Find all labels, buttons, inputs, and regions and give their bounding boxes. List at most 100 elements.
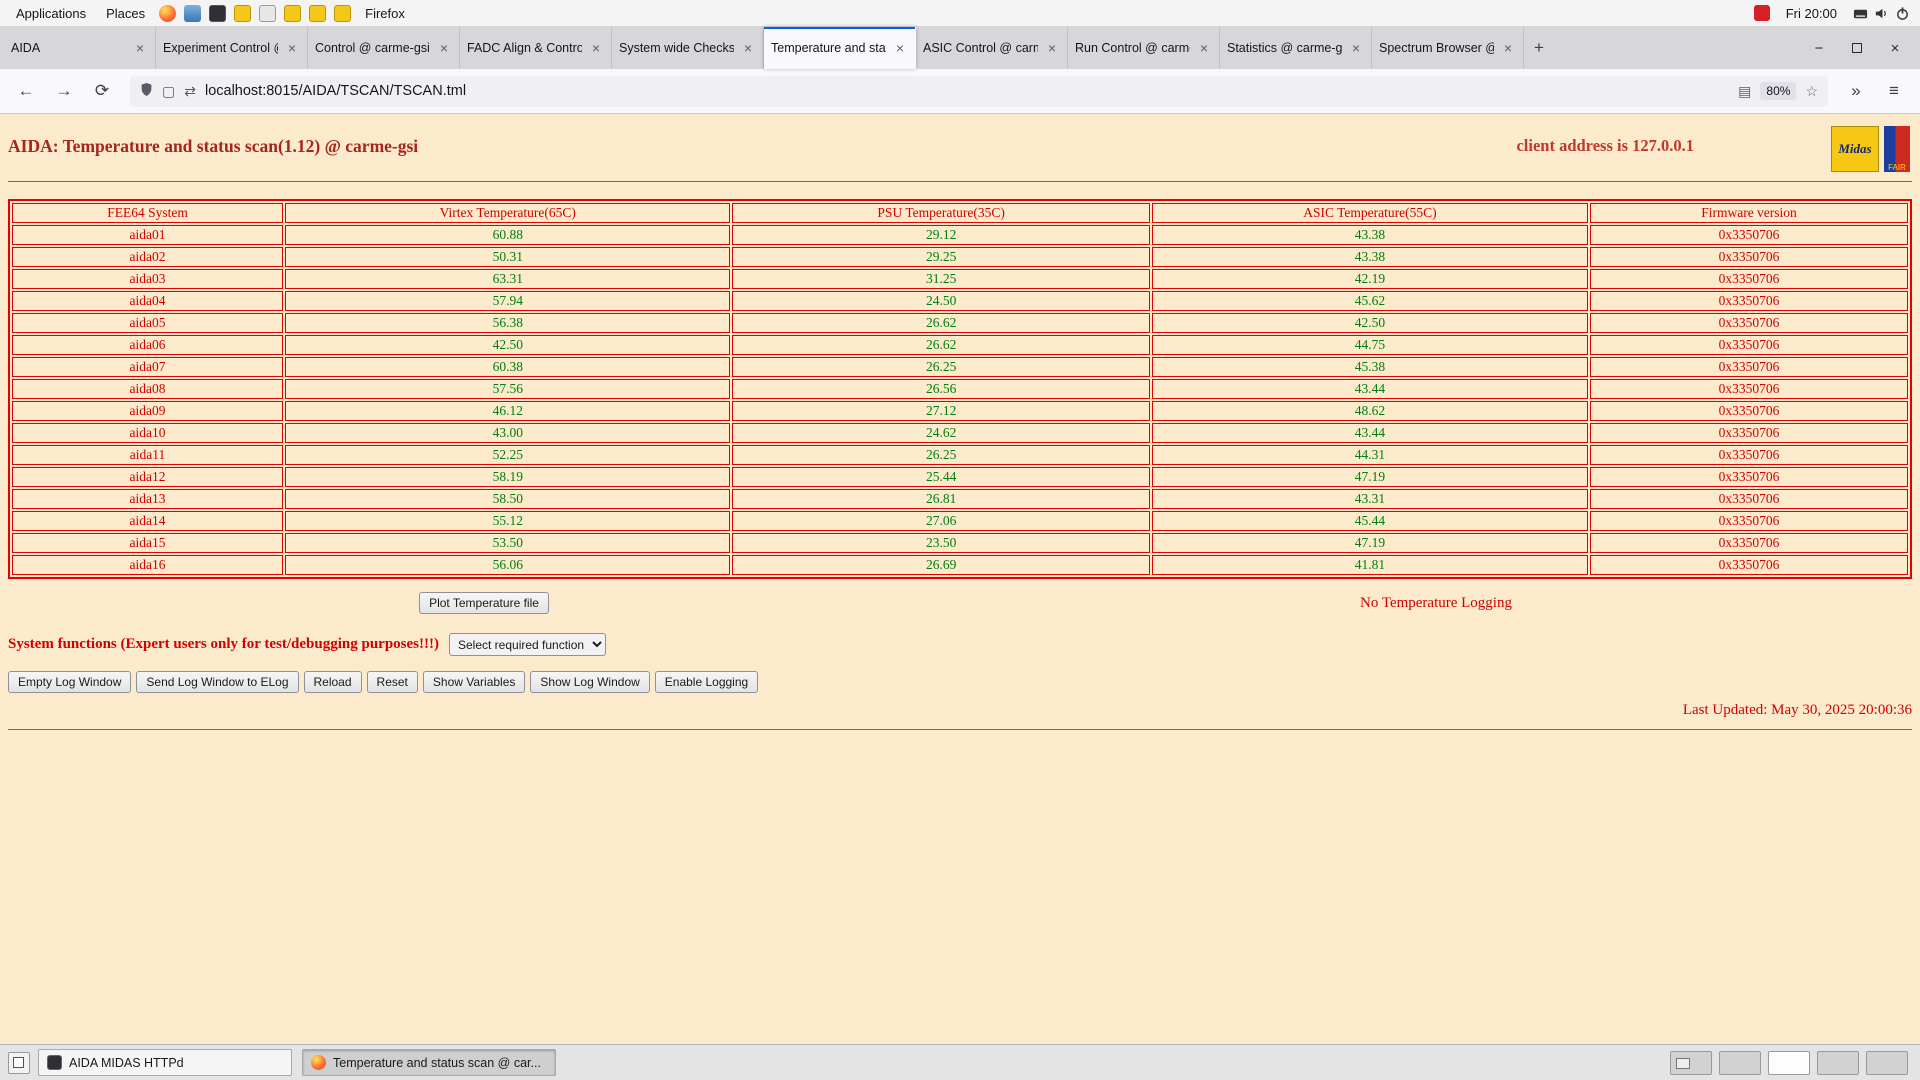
workspace-2[interactable] (1719, 1051, 1761, 1075)
forward-button[interactable]: → (48, 76, 80, 106)
back-button[interactable]: ← (10, 76, 42, 106)
taskbar-item-aida-midas-httpd[interactable]: AIDA MIDAS HTTPd (38, 1049, 292, 1076)
maximize-button[interactable] (1842, 35, 1872, 61)
empty-log-window-button[interactable]: Empty Log Window (8, 671, 131, 693)
permissions-icon[interactable]: ⇄ (184, 83, 196, 100)
cell-firmware: 0x3350706 (1590, 533, 1908, 553)
cell-psu: 24.62 (732, 423, 1149, 443)
temperature-row-aida05: aida0556.3826.6242.500x3350706 (12, 313, 1908, 333)
tab-close-icon[interactable]: × (892, 40, 908, 56)
cell-system: aida16 (12, 555, 283, 575)
cell-asic: 42.19 (1152, 269, 1588, 289)
shield-icon[interactable] (140, 82, 153, 100)
midas-app-icon[interactable] (309, 5, 326, 22)
cell-psu: 31.25 (732, 269, 1149, 289)
tab-close-icon[interactable]: × (588, 40, 604, 56)
workspace-4[interactable] (1817, 1051, 1859, 1075)
cell-asic: 43.38 (1152, 247, 1588, 267)
files-app-icon[interactable] (184, 5, 201, 22)
workspace-1[interactable] (1670, 1051, 1712, 1075)
maximize-icon (1852, 43, 1862, 53)
reader-mode-icon[interactable]: ▤ (1738, 83, 1751, 100)
url-text[interactable]: localhost:8015/AIDA/TSCAN/TSCAN.tml (205, 83, 1729, 99)
cell-firmware: 0x3350706 (1590, 269, 1908, 289)
tab-control-carme-gsi[interactable]: Control @ carme-gsi× (308, 27, 460, 69)
tab-close-icon[interactable]: × (132, 40, 148, 56)
page-info-icon[interactable]: ▢ (162, 83, 175, 100)
send-log-window-to-elog-button[interactable]: Send Log Window to ELog (136, 671, 298, 693)
taskbar-item-temperature-and-status-scan-car[interactable]: Temperature and status scan @ car... (302, 1049, 556, 1076)
enable-logging-button[interactable]: Enable Logging (655, 671, 758, 693)
address-bar[interactable]: ▢ ⇄ localhost:8015/AIDA/TSCAN/TSCAN.tml … (130, 76, 1828, 107)
cell-asic: 47.19 (1152, 533, 1588, 553)
show-log-window-button[interactable]: Show Log Window (530, 671, 649, 693)
column-header-virtex-temperature-65c: Virtex Temperature(65C) (285, 203, 730, 223)
tab-aida[interactable]: AIDA × (4, 27, 156, 69)
tab-system-wide-checks[interactable]: System wide Checks …× (612, 27, 764, 69)
temperature-row-aida14: aida1455.1227.0645.440x3350706 (12, 511, 1908, 531)
screenshot-app-icon[interactable] (259, 5, 276, 22)
tab-spectrum-browser[interactable]: Spectrum Browser @ …× (1372, 27, 1524, 69)
firefox-launcher-icon[interactable] (159, 5, 176, 22)
midas-app-icon[interactable] (284, 5, 301, 22)
logging-status: No Temperature Logging (1360, 595, 1512, 612)
tab-close-icon[interactable]: × (284, 40, 300, 56)
tab-label: AIDA (11, 41, 126, 55)
zoom-level-badge[interactable]: 80% (1760, 82, 1796, 100)
system-function-select[interactable]: Select required function (449, 633, 606, 656)
volume-icon[interactable] (1874, 6, 1889, 21)
fair-logo[interactable]: FAIR (1884, 126, 1910, 172)
cell-system: aida08 (12, 379, 283, 399)
cell-psu: 27.12 (732, 401, 1149, 421)
overflow-menu-icon[interactable]: » (1840, 76, 1872, 106)
tab-asic-control-carm[interactable]: ASIC Control @ carm…× (916, 27, 1068, 69)
close-button[interactable]: × (1880, 35, 1910, 61)
reload-button[interactable]: Reload (304, 671, 362, 693)
action-button-bar: Empty Log WindowSend Log Window to ELog R… (8, 671, 1912, 693)
midas-app-icon[interactable] (334, 5, 351, 22)
show-variables-button[interactable]: Show Variables (423, 671, 526, 693)
hamburger-menu-icon[interactable]: ≡ (1878, 76, 1910, 106)
bookmark-star-icon[interactable]: ☆ (1805, 83, 1818, 100)
system-functions-row: System functions (Expert users only for … (8, 633, 1912, 656)
tab-close-icon[interactable]: × (1500, 40, 1516, 56)
tab-close-icon[interactable]: × (1044, 40, 1060, 56)
cell-firmware: 0x3350706 (1590, 467, 1908, 487)
power-icon[interactable] (1895, 6, 1910, 21)
places-menu[interactable]: Places (96, 0, 155, 26)
tab-experiment-control-c[interactable]: Experiment Control @ c…× (156, 27, 308, 69)
applications-menu[interactable]: Applications (6, 0, 96, 26)
cell-asic: 48.62 (1152, 401, 1588, 421)
reload-button[interactable]: ⟳ (86, 76, 118, 106)
cell-virtex: 58.19 (285, 467, 730, 487)
keyboard-layout-icon[interactable] (1853, 6, 1868, 21)
midas-app-icon[interactable] (234, 5, 251, 22)
tab-statistics-carme-g[interactable]: Statistics @ carme-g…× (1220, 27, 1372, 69)
new-tab-button[interactable]: + (1524, 27, 1554, 69)
taskbar: AIDA MIDAS HTTPd Temperature and status s… (0, 1044, 1920, 1080)
tab-temperature-and-stat[interactable]: Temperature and stat…× (764, 27, 916, 69)
tab-close-icon[interactable]: × (740, 40, 756, 56)
temperature-row-aida08: aida0857.5626.5643.440x3350706 (12, 379, 1908, 399)
minimize-button[interactable]: − (1804, 35, 1834, 61)
tab-run-control-carme[interactable]: Run Control @ carme…× (1068, 27, 1220, 69)
show-desktop-icon[interactable] (8, 1052, 30, 1074)
terminal-app-icon[interactable] (209, 5, 226, 22)
workspace-3[interactable] (1768, 1051, 1810, 1075)
reset-button[interactable]: Reset (367, 671, 418, 693)
tab-fadc-align-control[interactable]: FADC Align & Control … × (460, 27, 612, 69)
cell-virtex: 52.25 (285, 445, 730, 465)
clock[interactable]: Fri 20:00 (1776, 6, 1847, 21)
plot-temperature-button[interactable]: Plot Temperature file (419, 592, 549, 614)
midas-logo[interactable]: Midas (1831, 126, 1879, 172)
tab-label: FADC Align & Control … (467, 41, 582, 55)
tab-close-icon[interactable]: × (436, 40, 452, 56)
below-table-row: Plot Temperature file No Temperature Log… (8, 592, 1912, 614)
tab-close-icon[interactable]: × (1348, 40, 1364, 56)
active-app-name[interactable]: Firefox (355, 0, 415, 26)
tab-close-icon[interactable]: × (1196, 40, 1212, 56)
cell-psu: 23.50 (732, 533, 1149, 553)
workspace-5[interactable] (1866, 1051, 1908, 1075)
temperature-row-aida12: aida1258.1925.4447.190x3350706 (12, 467, 1908, 487)
cell-psu: 26.25 (732, 357, 1149, 377)
